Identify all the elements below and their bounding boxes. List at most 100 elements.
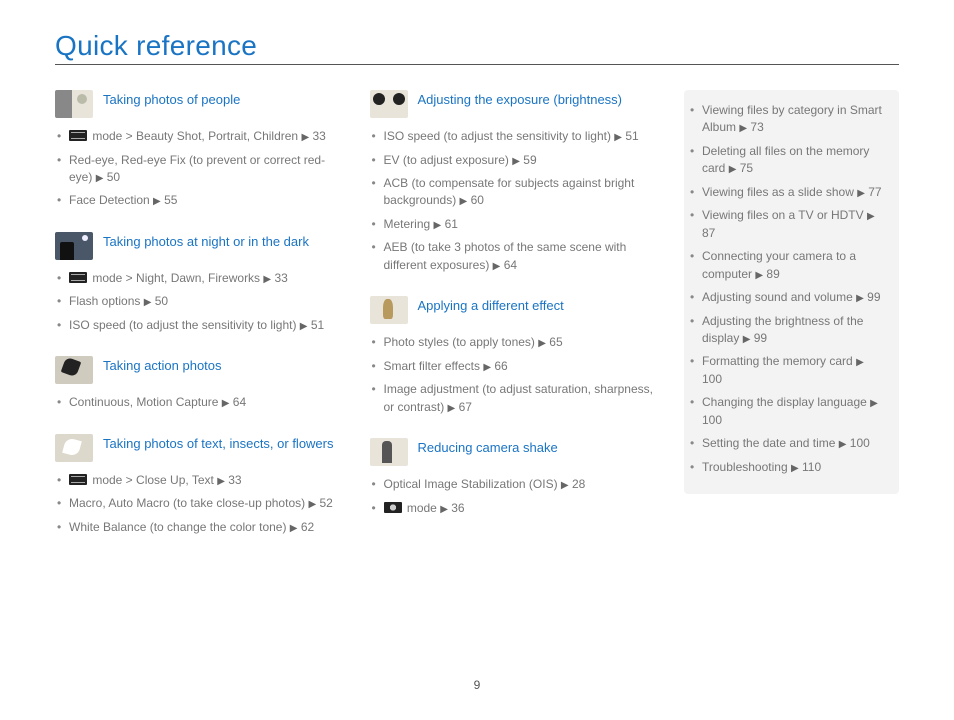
page-ref[interactable]: 87 (702, 226, 715, 240)
page-ref[interactable]: 50 (151, 294, 168, 308)
sidebar-item: Viewing files on a TV or HDTV ▶ 87 (688, 207, 887, 242)
item-text: White Balance (to change the color tone) (69, 520, 290, 534)
section-items: mode > Close Up, Text ▶ 33Macro, Auto Ma… (55, 472, 340, 537)
page-ref[interactable]: 64 (229, 395, 246, 409)
item-text: Optical Image Stabilization (OIS) (384, 477, 561, 491)
page-ref-arrow: ▶ (857, 188, 865, 199)
item-text: Macro, Auto Macro (to take close-up phot… (69, 496, 308, 510)
section-title[interactable]: Adjusting the exposure (brightness) (418, 90, 623, 109)
section-items: Continuous, Motion Capture ▶ 64 (55, 394, 340, 412)
page-ref-arrow: ▶ (870, 398, 878, 409)
page-ref-arrow: ▶ (791, 463, 799, 474)
sidebar-item: Changing the display language ▶ 100 (688, 394, 887, 429)
page-ref[interactable]: 64 (500, 258, 517, 272)
list-item: Metering ▶ 61 (370, 216, 655, 234)
section-title[interactable]: Taking photos of people (103, 90, 240, 109)
sidebar-list: Viewing files by category in Smart Album… (688, 102, 887, 476)
page-ref-arrow: ▶ (856, 357, 864, 368)
section-title[interactable]: Taking photos at night or in the dark (103, 232, 309, 251)
page-ref[interactable]: 99 (750, 331, 767, 345)
section-items: Optical Image Stabilization (OIS) ▶ 28 m… (370, 476, 655, 517)
page-ref[interactable]: 62 (298, 520, 315, 534)
section-thumbnail (370, 296, 408, 324)
section-header: Taking photos at night or in the dark (55, 232, 340, 260)
page-ref[interactable]: 100 (702, 413, 722, 427)
list-item: Optical Image Stabilization (OIS) ▶ 28 (370, 476, 655, 494)
section-header: Taking photos of people (55, 90, 340, 118)
item-text: Formatting the memory card (702, 354, 856, 368)
section-thumbnail (370, 90, 408, 118)
page-ref[interactable]: 33 (309, 129, 326, 143)
page-ref[interactable]: 51 (622, 129, 639, 143)
item-text: Face Detection (69, 193, 153, 207)
page-title: Quick reference (55, 30, 899, 62)
item-text: Adjusting the brightness of the display (702, 314, 863, 345)
list-item: ISO speed (to adjust the sensitivity to … (55, 317, 340, 335)
sidebar-item: Adjusting the brightness of the display … (688, 313, 887, 348)
item-text: mode > Night, Dawn, Fireworks (89, 271, 263, 285)
item-text: mode > Beauty Shot, Portrait, Children (89, 129, 301, 143)
page-ref[interactable]: 33 (271, 271, 288, 285)
item-text: ISO speed (to adjust the sensitivity to … (384, 129, 615, 143)
page-ref[interactable]: 51 (307, 318, 324, 332)
page-ref[interactable]: 73 (747, 120, 764, 134)
sidebar-item: Formatting the memory card ▶ 100 (688, 353, 887, 388)
item-text: Viewing files on a TV or HDTV (702, 208, 867, 222)
page-ref[interactable]: 55 (161, 193, 178, 207)
item-text: EV (to adjust exposure) (384, 153, 513, 167)
title-rule (55, 64, 899, 65)
page-ref[interactable]: 65 (546, 335, 563, 349)
list-item: mode > Night, Dawn, Fireworks ▶ 33 (55, 270, 340, 288)
page-ref[interactable]: 60 (467, 193, 484, 207)
section-title[interactable]: Applying a different effect (418, 296, 564, 315)
page-ref[interactable]: 100 (702, 372, 722, 386)
page-number: 9 (55, 678, 899, 692)
sidebar-item: Viewing files by category in Smart Album… (688, 102, 887, 137)
section-header: Applying a different effect (370, 296, 655, 324)
list-item: Red-eye, Red-eye Fix (to prevent or corr… (55, 152, 340, 187)
page-ref[interactable]: 36 (448, 501, 465, 515)
page-ref-arrow: ▶ (217, 476, 225, 487)
page-ref-arrow: ▶ (755, 270, 763, 281)
item-text: Setting the date and time (702, 436, 839, 450)
section-title[interactable]: Reducing camera shake (418, 438, 558, 457)
sidebar-item: Setting the date and time ▶ 100 (688, 435, 887, 453)
page-ref-arrow: ▶ (614, 132, 622, 143)
page-ref[interactable]: 59 (520, 153, 537, 167)
section-title[interactable]: Taking photos of text, insects, or flowe… (103, 434, 334, 453)
section-header: Reducing camera shake (370, 438, 655, 466)
item-text: Flash options (69, 294, 144, 308)
section: Applying a different effectPhoto styles … (370, 296, 655, 416)
section-header: Adjusting the exposure (brightness) (370, 90, 655, 118)
page-ref-arrow: ▶ (301, 132, 309, 143)
scene-mode-icon (69, 474, 87, 485)
page-ref[interactable]: 50 (103, 170, 120, 184)
page-ref[interactable]: 67 (455, 400, 472, 414)
section-thumbnail (370, 438, 408, 466)
list-item: EV (to adjust exposure) ▶ 59 (370, 152, 655, 170)
content-columns: Taking photos of people mode > Beauty Sh… (55, 90, 899, 558)
item-text: ISO speed (to adjust the sensitivity to … (69, 318, 300, 332)
page-ref[interactable]: 89 (763, 267, 780, 281)
page-ref[interactable]: 52 (316, 496, 333, 510)
list-item: mode > Beauty Shot, Portrait, Children ▶… (55, 128, 340, 146)
list-item: Image adjustment (to adjust saturation, … (370, 381, 655, 416)
page-ref[interactable]: 33 (225, 473, 242, 487)
list-item: mode ▶ 36 (370, 500, 655, 518)
page-ref[interactable]: 99 (864, 290, 881, 304)
column-1: Taking photos of people mode > Beauty Sh… (55, 90, 340, 558)
page-ref-arrow: ▶ (290, 523, 298, 534)
section-header: Taking photos of text, insects, or flowe… (55, 434, 340, 462)
page-ref-arrow: ▶ (512, 156, 520, 167)
section: Reducing camera shake Optical Image Stabi… (370, 438, 655, 517)
page-ref[interactable]: 28 (569, 477, 586, 491)
page-ref[interactable]: 77 (865, 185, 882, 199)
page-ref[interactable]: 100 (846, 436, 869, 450)
section-title[interactable]: Taking action photos (103, 356, 222, 375)
page-ref[interactable]: 110 (799, 460, 821, 474)
item-text: Adjusting sound and volume (702, 290, 856, 304)
sidebar-item: Adjusting sound and volume ▶ 99 (688, 289, 887, 307)
page-ref[interactable]: 75 (736, 161, 753, 175)
page-ref[interactable]: 61 (441, 217, 458, 231)
page-ref[interactable]: 66 (491, 359, 508, 373)
